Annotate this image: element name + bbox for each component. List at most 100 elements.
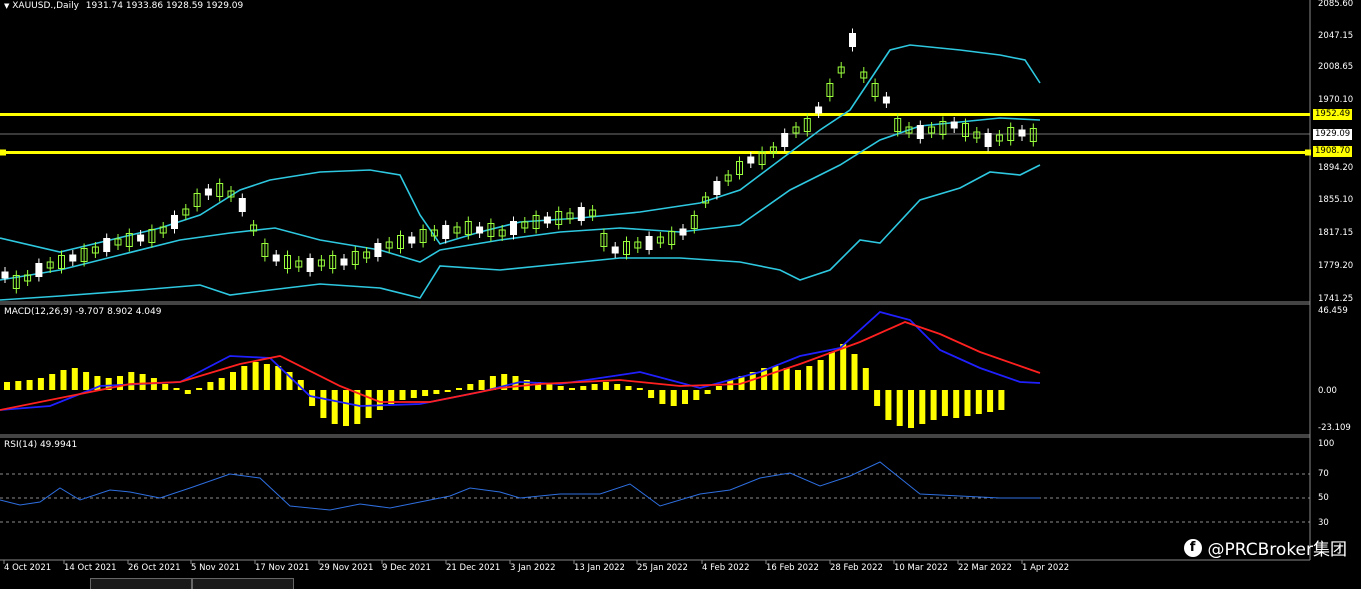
upper-level-price-tag: 1952.49	[1313, 109, 1353, 120]
macd-histogram-bar	[320, 390, 327, 418]
macd-histogram-bar	[557, 386, 564, 390]
collapse-triangle-icon[interactable]: ▼	[4, 2, 9, 10]
watermark-text: @PRCBroker集团	[1207, 540, 1347, 560]
date-tick-label: 13 Jan 2022	[574, 563, 625, 573]
rsi-tick-label: 50	[1318, 493, 1329, 503]
macd-histogram-bar	[715, 386, 722, 390]
rsi-label: RSI(14) 49.9941	[4, 440, 78, 450]
macd-signal-line	[0, 321, 1041, 411]
macd-histogram-bar	[49, 374, 56, 390]
macd-histogram-bar	[795, 370, 801, 390]
macd-histogram-bar	[354, 390, 361, 424]
macd-histogram-bar	[704, 390, 711, 394]
price-candle	[1018, 129, 1026, 137]
price-candle	[543, 216, 551, 224]
macd-histogram-bar	[874, 390, 881, 406]
date-tick-label: 1 Apr 2022	[1022, 563, 1070, 573]
trading-terminal: ▼ XAUUSD.,Daily 1931.74 1933.86 1928.59 …	[0, 0, 1361, 589]
date-tick-label: 16 Feb 2022	[766, 563, 819, 573]
price-candle	[781, 133, 789, 147]
date-tick-label: 9 Dec 2021	[382, 563, 431, 573]
macd-histogram-bar	[478, 380, 485, 390]
date-tick-label: 25 Jan 2022	[637, 563, 688, 573]
rsi-tick-label: 30	[1318, 518, 1329, 528]
macd-histogram-bar	[614, 384, 621, 390]
ohlc-values: 1931.74 1933.86 1928.59 1929.09	[85, 1, 244, 11]
date-tick-label: 26 Oct 2021	[128, 563, 181, 573]
macd-histogram-bar	[128, 372, 135, 390]
macd-histogram-bar	[896, 390, 903, 426]
date-tick-label: 22 Mar 2022	[958, 563, 1012, 573]
bollinger-lower-band	[0, 164, 1041, 301]
macd-histogram-bar	[184, 390, 191, 394]
macd-tick-label: 46.459	[1318, 306, 1348, 316]
price-candle	[950, 121, 958, 129]
macd-histogram-bar	[456, 388, 462, 390]
level-line-handle	[0, 149, 6, 156]
macd-histogram-bar	[15, 381, 22, 390]
price-tick-label: 1779.20	[1318, 261, 1354, 271]
date-tick-label: 4 Feb 2022	[702, 563, 750, 573]
macd-histogram-bar	[71, 368, 78, 390]
price-tick-label: 1855.10	[1318, 195, 1354, 205]
macd-histogram-bar	[410, 390, 417, 398]
macd-histogram-bar	[670, 390, 677, 406]
price-tick-label: 1970.10	[1318, 95, 1354, 105]
macd-histogram-bar	[975, 390, 982, 414]
macd-histogram-bar	[625, 386, 632, 390]
price-candle	[815, 106, 823, 114]
macd-histogram-bar	[840, 344, 847, 390]
macd-histogram-bar	[26, 380, 33, 390]
price-tick-label: 2085.60	[1318, 0, 1354, 9]
symbol-info: ▼ XAUUSD.,Daily 1931.74 1933.86 1928.59 …	[4, 1, 243, 11]
macd-histogram-bar	[546, 384, 553, 390]
price-candle	[171, 215, 178, 229]
macd-histogram-bar	[772, 366, 779, 390]
price-candle	[35, 263, 43, 277]
macd-histogram-bar	[117, 376, 123, 390]
current-price-tag: 1929.09	[1313, 129, 1353, 140]
macd-histogram-bar	[806, 366, 813, 390]
date-tick-label: 10 Mar 2022	[894, 563, 948, 573]
macd-histogram-bar	[602, 382, 609, 390]
macd-histogram-bar	[467, 384, 474, 390]
macd-histogram-bar	[783, 368, 790, 390]
price-candle	[645, 236, 653, 250]
macd-histogram-bar	[37, 378, 44, 390]
price-candle	[272, 254, 280, 262]
price-tick-label: 1817.15	[1318, 228, 1354, 238]
macd-histogram-bar	[817, 360, 824, 390]
price-candle	[408, 236, 416, 244]
bollinger-middle-band	[0, 117, 1041, 281]
macd-histogram-bar	[331, 390, 338, 424]
price-candle	[849, 33, 856, 47]
price-candle	[916, 125, 924, 139]
macd-histogram-bar	[444, 390, 451, 392]
price-candle	[340, 258, 348, 266]
macd-histogram-bar	[908, 390, 914, 428]
bollinger-upper-band	[0, 44, 1041, 253]
date-tick-label: 29 Nov 2021	[319, 563, 374, 573]
macd-histogram-bar	[919, 390, 926, 424]
price-candle	[137, 234, 145, 242]
macd-histogram-bar	[263, 364, 270, 390]
chart-canvas[interactable]	[0, 0, 1361, 588]
macd-histogram-bar	[659, 390, 666, 404]
macd-histogram-bar	[365, 390, 372, 418]
macd-histogram-bar	[851, 354, 858, 390]
chart-tab[interactable]	[90, 578, 192, 589]
macd-histogram-bar	[376, 390, 383, 410]
macd-histogram-bar	[862, 368, 869, 390]
rsi-line	[0, 461, 1040, 511]
macd-tick-label: 0.00	[1318, 386, 1337, 396]
macd-histogram-bar	[230, 372, 236, 390]
date-tick-label: 28 Feb 2022	[830, 563, 883, 573]
date-tick-label: 3 Jan 2022	[510, 563, 556, 573]
macd-histogram-bar	[343, 390, 349, 426]
watermark: f @PRCBroker集团	[1183, 535, 1347, 560]
symbol-name: XAUUSD.,Daily	[12, 1, 79, 11]
facebook-icon: f	[1183, 538, 1202, 557]
rsi-tick-label: 70	[1318, 469, 1329, 479]
chart-tab[interactable]	[192, 578, 294, 589]
macd-histogram-bar	[241, 366, 248, 390]
